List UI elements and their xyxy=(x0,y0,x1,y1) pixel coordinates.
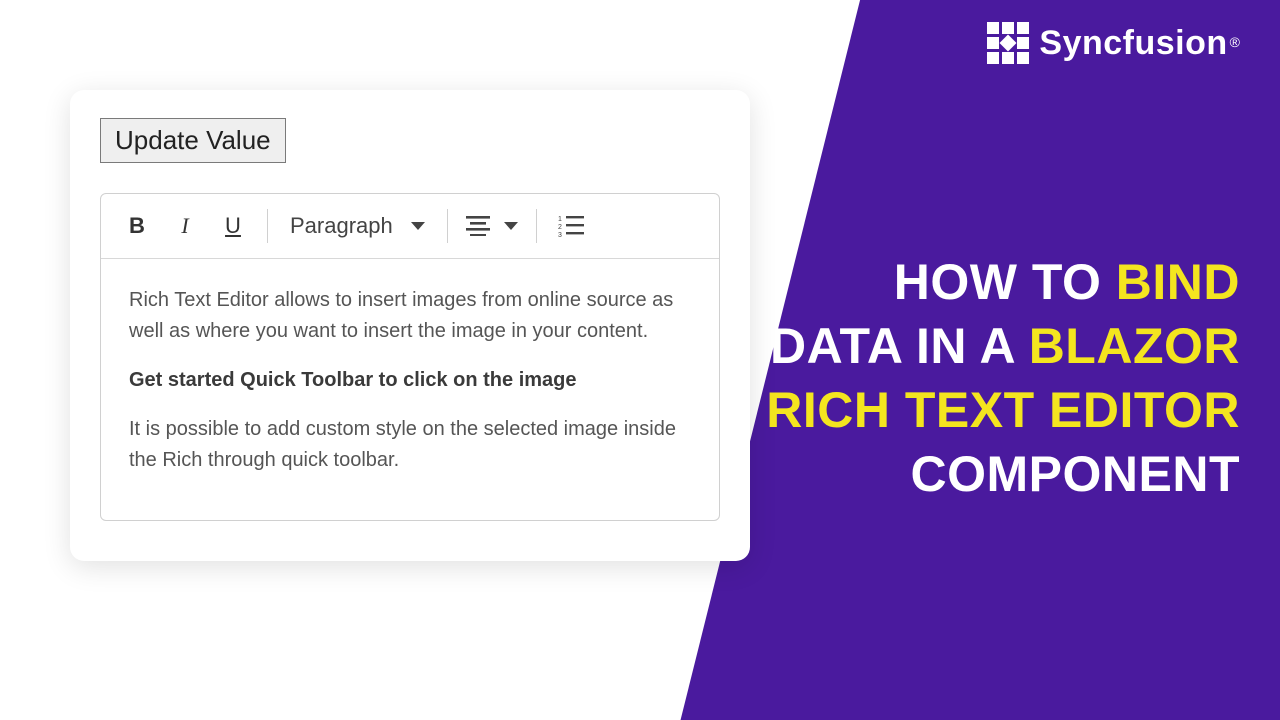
bold-button[interactable]: B xyxy=(115,204,159,248)
italic-button[interactable]: I xyxy=(163,204,207,248)
headline-part: DATA xyxy=(770,318,902,374)
format-dropdown[interactable]: Paragraph xyxy=(280,213,435,239)
editor-card: Update Value B I U Paragraph xyxy=(70,90,750,561)
registered-mark: ® xyxy=(1230,34,1240,50)
grid-icon xyxy=(987,22,1029,64)
brand-logo: Syncfusion® xyxy=(987,22,1240,64)
headline-part: BLAZOR xyxy=(1029,318,1240,374)
headline-part: COMPONENT xyxy=(911,446,1241,502)
headline-part: RICH TEXT EDITOR xyxy=(766,382,1240,438)
editor-content[interactable]: Rich Text Editor allows to insert images… xyxy=(101,259,719,520)
align-center-icon xyxy=(466,216,490,236)
chevron-down-icon xyxy=(411,222,425,230)
update-value-button[interactable]: Update Value xyxy=(100,118,286,163)
content-paragraph: It is possible to add custom style on th… xyxy=(129,414,691,476)
toolbar-separator xyxy=(447,209,448,243)
ordered-list-button[interactable]: 1 2 3 xyxy=(549,204,593,248)
headline-part: IN A xyxy=(902,318,1029,374)
editor-toolbar: B I U Paragraph xyxy=(101,194,719,259)
svg-text:3: 3 xyxy=(558,232,562,237)
stage: Syncfusion® HOW TO BIND DATA IN A BLAZOR… xyxy=(0,0,1280,720)
svg-text:2: 2 xyxy=(558,224,562,231)
toolbar-separator xyxy=(536,209,537,243)
alignment-dropdown[interactable] xyxy=(460,216,524,236)
svg-text:1: 1 xyxy=(558,216,562,223)
content-heading: Get started Quick Toolbar to click on th… xyxy=(129,365,691,396)
toolbar-separator xyxy=(267,209,268,243)
headline-part: BIND xyxy=(1116,254,1240,310)
brand-name: Syncfusion xyxy=(1039,24,1227,62)
underline-button[interactable]: U xyxy=(211,204,255,248)
format-label: Paragraph xyxy=(290,213,393,239)
rich-text-editor: B I U Paragraph xyxy=(100,193,720,521)
chevron-down-icon xyxy=(504,222,518,230)
content-paragraph: Rich Text Editor allows to insert images… xyxy=(129,285,691,347)
headline-part: HOW TO xyxy=(894,254,1116,310)
